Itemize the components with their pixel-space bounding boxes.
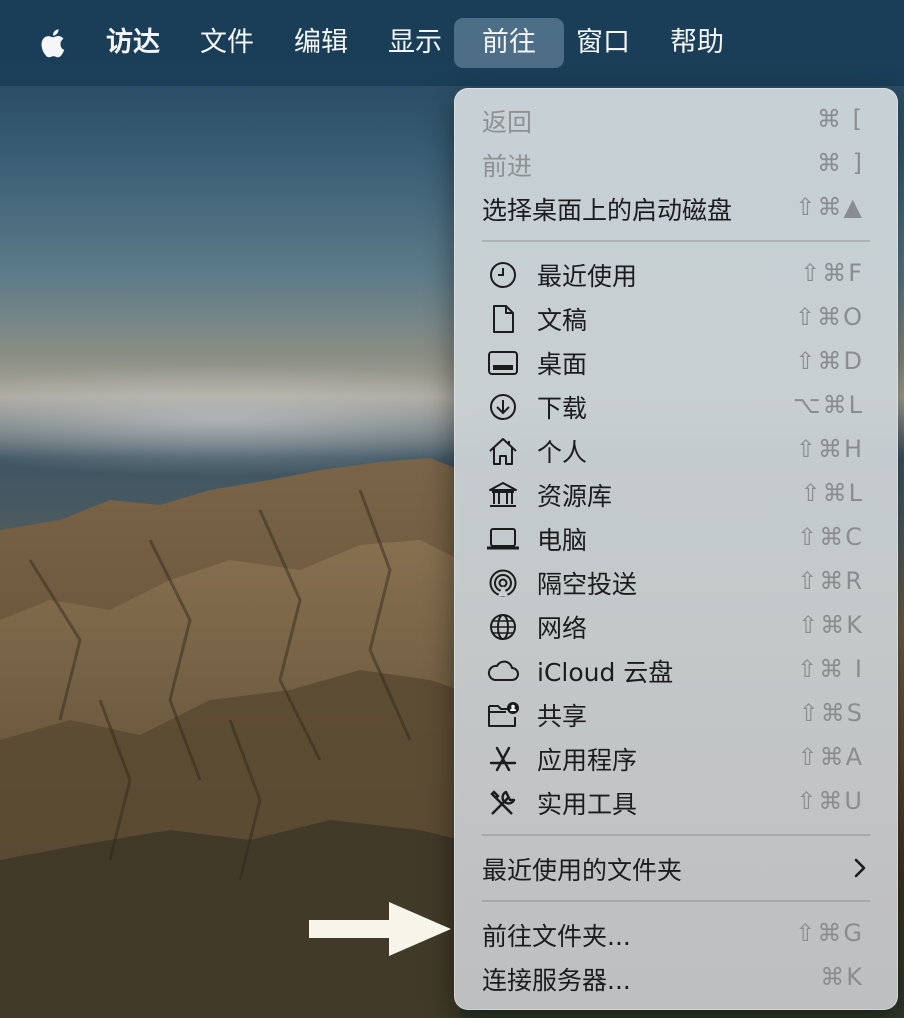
menu-item-label: 选择桌面上的启动磁盘 [482,196,733,225]
menu-item-label: iCloud 云盘 [537,658,674,687]
laptop-icon [487,528,519,550]
menu-file[interactable]: 文件 [194,18,260,68]
menu-go[interactable]: 前往 [454,18,564,68]
shortcut-label: ⇧⌘S [798,699,864,727]
menu-item-startup-disk[interactable]: 选择桌面上的启动磁盘 ⇧⌘▲ [454,187,898,231]
shortcut-label: ⌥⌘L [792,391,864,419]
menu-edit[interactable]: 编辑 [288,18,354,68]
menu-item-forward[interactable]: 前进 ⌘ ] [454,143,898,187]
shortcut-label: ⇧⌘O [795,303,864,331]
menu-item-back[interactable]: 返回 ⌘ [ [454,99,898,143]
cloud-icon [487,660,519,681]
shortcut-label: ⇧⌘A [797,743,864,771]
utilities-icon [490,790,516,815]
shortcut-label: ⇧⌘D [795,347,864,375]
shortcut-label: ⇧⌘F [800,259,864,287]
shortcut-label: ⇧⌘U [796,787,864,815]
library-icon [489,482,517,507]
menu-item-recents[interactable]: 最近使用 ⇧⌘F [454,253,898,297]
menu-item-shared[interactable]: 共享 ⇧⌘S [454,693,898,737]
menu-item-label: 实用工具 [537,790,638,819]
menu-item-recent-folders[interactable]: 最近使用的文件夹 [454,847,898,891]
shortcut-label: ⇧⌘R [797,567,864,595]
menu-item-label: 个人 [537,438,588,467]
menu-view[interactable]: 显示 [382,18,448,68]
shortcut-label: ⇧⌘G [795,919,864,947]
pointer-arrow-icon [309,902,451,956]
menu-item-label: 前往文件夹... [482,922,631,951]
menu-item-label: 下载 [537,394,588,423]
menu-item-label: 返回 [482,108,533,137]
shortcut-label: ⇧⌘C [797,523,864,551]
menu-item-label: 共享 [537,702,588,731]
menu-item-label: 前进 [482,152,533,181]
shared-folder-icon [488,702,519,727]
menu-item-applications[interactable]: 应用程序 ⇧⌘A [454,737,898,781]
menu-item-label: 网络 [537,614,588,643]
menu-item-label: 文稿 [537,306,588,335]
menu-help[interactable]: 帮助 [664,18,730,68]
shortcut-label: ⇧⌘ I [797,655,864,683]
document-icon [493,305,514,333]
applications-icon [489,746,517,772]
menu-item-label: 桌面 [537,350,588,379]
menu-item-downloads[interactable]: 下载 ⌥⌘L [454,385,898,429]
clock-icon [490,262,516,288]
download-icon [490,394,516,420]
menu-item-library[interactable]: 资源库 ⇧⌘L [454,473,898,517]
menu-item-icloud-drive[interactable]: iCloud 云盘 ⇧⌘ I [454,649,898,693]
menu-separator [482,900,870,902]
menu-item-connect-server[interactable]: 连接服务器... ⌘K [454,957,898,1001]
desktop-icon [488,351,518,375]
menu-item-label: 连接服务器... [482,966,631,995]
globe-icon [490,614,516,640]
menu-item-home[interactable]: 个人 ⇧⌘H [454,429,898,473]
airdrop-icon [489,569,517,597]
menu-item-label: 应用程序 [537,746,638,775]
menu-item-label: 电脑 [537,526,588,555]
menu-item-go-to-folder[interactable]: 前往文件夹... ⇧⌘G [454,913,898,957]
menu-item-documents[interactable]: 文稿 ⇧⌘O [454,297,898,341]
menu-bar: 访达 文件 编辑 显示 前往 窗口 帮助 [0,0,904,86]
go-menu-dropdown: 返回 ⌘ [ 前进 ⌘ ] 选择桌面上的启动磁盘 ⇧⌘▲ 最近使用 ⇧⌘F 文稿… [454,88,898,1010]
shortcut-label: ⇧⌘L [800,479,864,507]
apple-logo-icon[interactable] [38,26,70,60]
menu-window[interactable]: 窗口 [570,18,636,68]
menu-item-computer[interactable]: 电脑 ⇧⌘C [454,517,898,561]
menu-item-desktop[interactable]: 桌面 ⇧⌘D [454,341,898,385]
shortcut-label: ⇧⌘H [795,435,864,463]
menu-separator [482,834,870,836]
menu-item-airdrop[interactable]: 隔空投送 ⇧⌘R [454,561,898,605]
menu-item-label: 资源库 [537,482,613,511]
shortcut-label: ⇧⌘▲ [795,193,864,221]
chevron-right-icon [854,858,866,878]
home-icon [489,438,517,465]
menu-item-network[interactable]: 网络 ⇧⌘K [454,605,898,649]
menu-item-utilities[interactable]: 实用工具 ⇧⌘U [454,781,898,825]
menu-separator [482,240,870,242]
shortcut-label: ⇧⌘K [798,611,864,639]
menu-item-label: 隔空投送 [537,570,638,599]
shortcut-label: ⌘K [820,963,864,991]
shortcut-label: ⌘ [ [817,105,864,133]
shortcut-label: ⌘ ] [817,149,864,177]
menu-finder[interactable]: 访达 [100,18,166,68]
menu-item-label: 最近使用的文件夹 [482,856,683,885]
menu-item-label: 最近使用 [537,262,638,291]
